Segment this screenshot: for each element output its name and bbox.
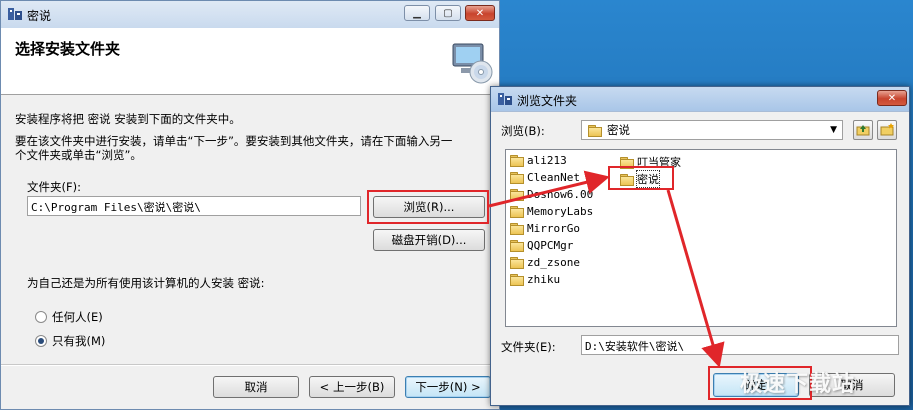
back-button-label: < 上一步(B) (319, 380, 385, 394)
folder-label: 文件夹(F): (27, 180, 81, 194)
folder-item[interactable]: CleanNet (510, 171, 580, 184)
folder-icon (510, 189, 524, 201)
footer-divider (1, 364, 499, 366)
close-button[interactable]: ✕ (465, 5, 495, 21)
highlight-selected-folder (608, 166, 674, 190)
maximize-button[interactable]: ▢ (435, 5, 461, 21)
folder-list[interactable]: ali213 CleanNet Doshow6.00 MemoryLabs Mi… (505, 149, 897, 327)
browse-folder-label: 文件夹(E): (501, 340, 556, 354)
folder-icon (510, 206, 524, 218)
new-folder-button[interactable] (877, 120, 897, 140)
installer-titlebar[interactable]: 密说 ▁ ▢ ✕ (1, 1, 499, 29)
cancel-button-label: 取消 (244, 380, 268, 394)
next-button[interactable]: 下一步(N) > (405, 376, 491, 398)
highlight-browse-button (367, 190, 489, 224)
folder-item[interactable]: zhiku (510, 273, 560, 286)
folder-icon (588, 124, 602, 137)
browse-titlebar[interactable]: 浏览文件夹 ✕ (491, 87, 909, 112)
back-button[interactable]: < 上一步(B) (309, 376, 395, 398)
look-in-label: 浏览(B): (501, 124, 545, 138)
minimize-button[interactable]: ▁ (404, 5, 430, 21)
maximize-icon: ▢ (443, 7, 453, 19)
instruction-line-2: 个文件夹或单击“浏览”。 (15, 148, 142, 162)
disk-cost-button[interactable]: 磁盘开销(D)... (373, 229, 485, 251)
intro-text: 安装程序将把 密说 安装到下面的文件夹中。 (15, 112, 241, 126)
watermark: 极速下载站 (740, 372, 856, 397)
disk-cost-button-label: 磁盘开销(D)... (391, 233, 467, 247)
folder-item[interactable]: MemoryLabs (510, 205, 593, 218)
folder-icon (510, 172, 524, 184)
minimize-icon: ▁ (413, 7, 421, 19)
header-band: 选择安装文件夹 (1, 28, 499, 95)
up-folder-icon (856, 125, 870, 136)
look-in-combo[interactable]: 密说 ▼ (581, 120, 843, 140)
look-in-value: 密说 (607, 123, 630, 137)
install-for-question: 为自己还是为所有使用该计算机的人安装 密说: (27, 276, 265, 290)
app-icon (8, 8, 22, 20)
folder-icon (510, 155, 524, 167)
close-icon: ✕ (475, 7, 485, 19)
up-folder-button[interactable] (853, 120, 873, 140)
folder-item[interactable]: QQPCMgr (510, 239, 573, 252)
folder-item[interactable]: Doshow6.00 (510, 188, 593, 201)
browse-dialog: 浏览文件夹 ✕ 浏览(B): 密说 ▼ ali213 CleanNet Dosh… (490, 86, 910, 406)
browse-folder-input[interactable]: D:\安装软件\密说\ (581, 335, 899, 355)
folder-path-input[interactable]: C:\Program Files\密说\密说\ (27, 196, 361, 216)
folder-item[interactable]: zd_zsone (510, 256, 580, 269)
radio-everyone[interactable] (35, 311, 47, 323)
radio-just-me-label[interactable]: 只有我(M) (52, 333, 105, 349)
page-title: 选择安装文件夹 (15, 40, 121, 58)
folder-item[interactable]: MirrorGo (510, 222, 580, 235)
folder-icon (510, 223, 524, 235)
folder-icon (510, 257, 524, 269)
browse-app-icon (498, 93, 512, 105)
folder-icon (510, 240, 524, 252)
installer-title: 密说 (27, 9, 52, 23)
radio-just-me[interactable] (35, 335, 47, 347)
browse-title: 浏览文件夹 (517, 94, 578, 108)
radio-everyone-label[interactable]: 任何人(E) (52, 309, 103, 325)
browse-close-button[interactable]: ✕ (877, 90, 907, 106)
dropdown-arrow-icon: ▼ (830, 125, 837, 135)
cancel-button[interactable]: 取消 (213, 376, 299, 398)
folder-icon (510, 274, 524, 286)
new-folder-icon (880, 123, 894, 136)
cd-setup-icon (452, 43, 493, 84)
folder-item[interactable]: ali213 (510, 154, 567, 167)
close-icon: ✕ (887, 92, 897, 104)
next-button-label: 下一步(N) > (415, 380, 481, 394)
